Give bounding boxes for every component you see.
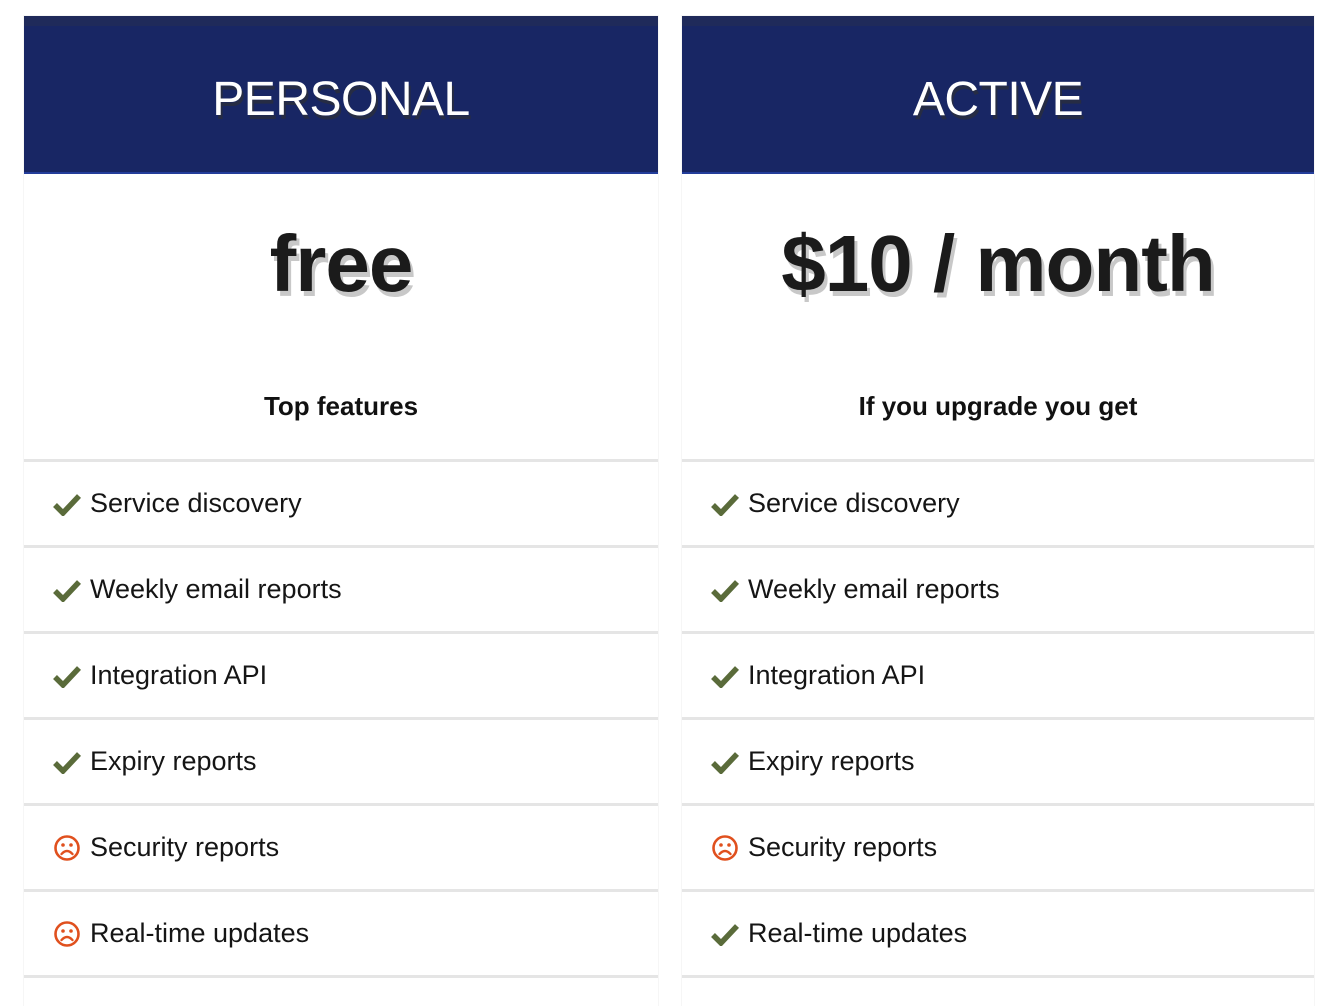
check-icon — [710, 661, 740, 691]
feature-label: Security reports — [748, 832, 938, 862]
plan-price-area: $10 / month — [682, 174, 1314, 354]
feature-label: Integration API — [90, 660, 268, 690]
plan-card-personal: PERSONAL free Top features Service disco… — [24, 16, 658, 1006]
feature-label: Weekly email reports — [748, 574, 1000, 604]
feature-label: Weekly email reports — [90, 574, 342, 604]
plan-card-active: ACTIVE $10 / month If you upgrade you ge… — [682, 16, 1314, 1006]
feature-row: Weekly email reports — [682, 548, 1314, 634]
feature-label: Security reports — [90, 832, 280, 862]
plan-subtitle-area: Top features — [24, 354, 658, 462]
feature-row: Security reports — [24, 806, 658, 892]
plan-price-area: free — [24, 174, 658, 354]
plan-name: PERSONAL — [212, 72, 470, 126]
feature-row: Service discovery — [24, 462, 658, 548]
check-icon — [52, 575, 82, 605]
plan-name: ACTIVE — [912, 72, 1084, 126]
feature-row: Real-time updates — [24, 892, 658, 978]
feature-row: Real-time updates — [682, 892, 1314, 978]
check-icon — [710, 747, 740, 777]
plan-subtitle: If you upgrade you get — [858, 391, 1138, 421]
plan-subtitle: Top features — [263, 391, 419, 421]
feature-label: Expiry reports — [90, 746, 257, 776]
frown-icon — [710, 833, 740, 863]
feature-label: Real-time updates — [748, 918, 968, 948]
feature-row: Expiry reports — [682, 720, 1314, 806]
check-icon — [710, 489, 740, 519]
feature-row: Expiry reports — [24, 720, 658, 806]
feature-row: Integration API — [24, 634, 658, 720]
feature-label: Service discovery — [748, 488, 960, 518]
check-icon — [52, 661, 82, 691]
feature-list: Service discovery Weekly email reports Int… — [24, 462, 658, 978]
feature-list: Service discovery Weekly email reports Int… — [682, 462, 1314, 978]
plan-header: PERSONAL — [24, 16, 658, 174]
feature-label: Expiry reports — [748, 746, 915, 776]
feature-row: Security reports — [682, 806, 1314, 892]
feature-label: Real-time updates — [90, 918, 310, 948]
check-icon — [52, 489, 82, 519]
frown-icon — [52, 919, 82, 949]
plan-header: ACTIVE — [682, 16, 1314, 174]
plan-subtitle-area: If you upgrade you get — [682, 354, 1314, 462]
plan-price: free — [269, 219, 414, 308]
feature-label: Service discovery — [90, 488, 302, 518]
feature-row: Weekly email reports — [24, 548, 658, 634]
feature-row: Integration API — [682, 634, 1314, 720]
feature-row: Service discovery — [682, 462, 1314, 548]
check-icon — [710, 919, 740, 949]
frown-icon — [52, 833, 82, 863]
check-icon — [710, 575, 740, 605]
plan-price: $10 / month — [781, 219, 1216, 308]
check-icon — [52, 747, 82, 777]
feature-label: Integration API — [748, 660, 926, 690]
